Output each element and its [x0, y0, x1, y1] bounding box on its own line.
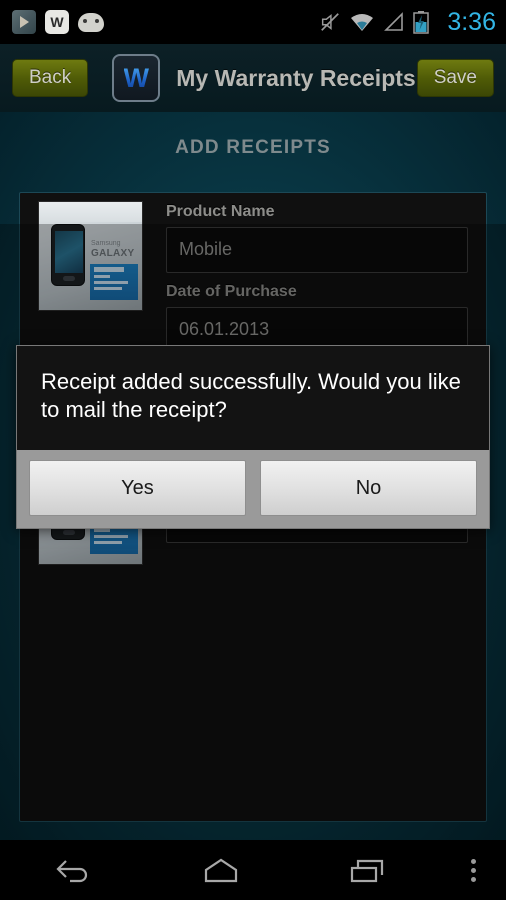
nav-overflow-slot[interactable]	[442, 858, 506, 882]
nav-home-slot[interactable]	[147, 855, 294, 885]
dot	[471, 876, 477, 882]
dialog-message: Receipt added successfully. Would you li…	[17, 346, 489, 450]
dialog-no-button[interactable]: No	[260, 460, 477, 516]
back-button[interactable]: Back	[12, 59, 89, 97]
recent-apps-nav-icon[interactable]	[348, 855, 388, 885]
page-title: ADD RECEIPTS	[175, 137, 331, 158]
navigation-bar	[0, 840, 506, 900]
android-droid-icon	[78, 12, 104, 32]
wordpress-app-icon: W	[45, 10, 69, 34]
dialog-yes-button[interactable]: Yes	[29, 460, 246, 516]
battery-charging-icon	[413, 11, 430, 34]
app-logo-icon: W	[112, 54, 161, 102]
overflow-menu-icon[interactable]	[471, 858, 477, 882]
back-nav-icon[interactable]	[54, 855, 94, 885]
media-player-icon	[12, 10, 36, 34]
nav-recents-slot[interactable]	[295, 855, 442, 885]
product-name-label: Product Name	[166, 203, 275, 220]
status-clock: 3:36	[447, 7, 496, 36]
status-bar: W 3:36	[0, 0, 506, 44]
confirmation-dialog: Receipt added successfully. Would you li…	[16, 345, 490, 529]
home-nav-icon[interactable]	[201, 855, 241, 885]
dot	[471, 858, 477, 864]
cellular-signal-icon	[384, 12, 404, 31]
dialog-scrim	[0, 224, 506, 900]
android-screen: W 3:36 Back W My Warranty Receipts Save …	[0, 0, 506, 900]
system-status-icons: 3:36	[319, 7, 496, 36]
nav-back-slot[interactable]	[0, 855, 147, 885]
wifi-icon	[351, 14, 374, 31]
dialog-button-bar: Yes No	[17, 450, 489, 528]
app-logo-letter: W	[123, 62, 149, 93]
box-top-edge	[39, 202, 142, 222]
mute-icon	[321, 13, 340, 31]
app-title: My Warranty Receipts	[176, 64, 416, 91]
dot	[471, 867, 477, 873]
save-button[interactable]: Save	[416, 59, 494, 97]
notification-icons: W	[12, 10, 104, 34]
action-bar: Back W My Warranty Receipts Save	[0, 44, 506, 112]
